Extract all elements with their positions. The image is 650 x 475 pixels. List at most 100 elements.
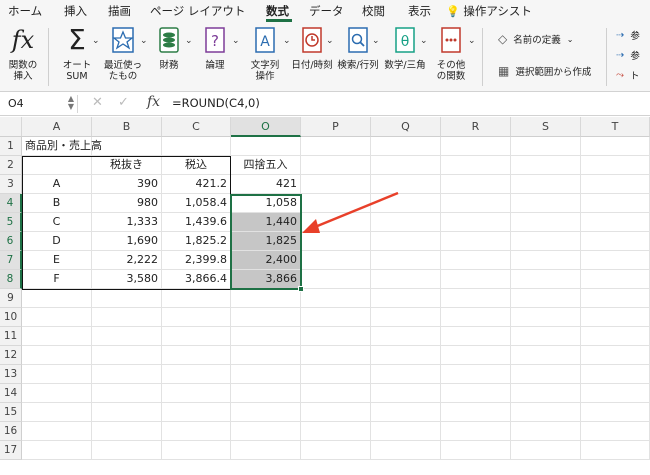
cell-C3[interactable]: 421.2 <box>162 175 231 194</box>
autosum-button[interactable]: Σ オート SUM <box>58 24 96 83</box>
cell-S10[interactable] <box>511 308 581 327</box>
cell-B7[interactable]: 2,222 <box>92 251 162 270</box>
remove-arrows-button[interactable]: ⤳ ト <box>616 68 640 83</box>
cell-Q15[interactable] <box>371 403 441 422</box>
column-header-S[interactable]: S <box>511 117 581 137</box>
cell-P17[interactable] <box>301 441 371 460</box>
text-button[interactable]: A 文字列 操作 <box>246 24 284 82</box>
cell-S17[interactable] <box>511 441 581 460</box>
row-header-14[interactable]: 14 <box>0 384 22 403</box>
create-from-selection-button[interactable]: ▦ 選択範囲から作成 <box>498 64 591 78</box>
cell-O12[interactable] <box>231 346 301 365</box>
chevron-down-icon[interactable]: ⌄ <box>140 36 148 46</box>
cell-Q9[interactable] <box>371 289 441 308</box>
cell-S9[interactable] <box>511 289 581 308</box>
cell-B11[interactable] <box>92 327 162 346</box>
cell-T14[interactable] <box>581 384 650 403</box>
tab-home[interactable]: ホーム <box>8 3 42 19</box>
cancel-icon[interactable]: ✕ <box>92 95 103 110</box>
cell-S6[interactable] <box>511 232 581 251</box>
cell-O2[interactable]: 四捨五入 <box>231 156 301 175</box>
cell-C9[interactable] <box>162 289 231 308</box>
cell-C12[interactable] <box>162 346 231 365</box>
cell-A17[interactable] <box>22 441 92 460</box>
cell-C2[interactable]: 税込 <box>162 156 231 175</box>
cell-R8[interactable] <box>441 270 511 289</box>
cell-C13[interactable] <box>162 365 231 384</box>
cell-P12[interactable] <box>301 346 371 365</box>
cell-S7[interactable] <box>511 251 581 270</box>
trace-precedents-button[interactable]: ⇢ 参 <box>616 28 640 43</box>
row-header-7[interactable]: 7 <box>0 251 22 270</box>
cell-S15[interactable] <box>511 403 581 422</box>
cell-Q1[interactable] <box>371 137 441 156</box>
cell-O14[interactable] <box>231 384 301 403</box>
tab-tell-me[interactable]: 💡 操作アシスト <box>446 3 532 19</box>
cell-A13[interactable] <box>22 365 92 384</box>
cell-Q7[interactable] <box>371 251 441 270</box>
cell-O1[interactable] <box>231 137 301 156</box>
cell-C17[interactable] <box>162 441 231 460</box>
cell-R1[interactable] <box>441 137 511 156</box>
chevron-down-icon[interactable]: ⌄ <box>420 36 428 46</box>
cell-B5[interactable]: 1,333 <box>92 213 162 232</box>
cell-C10[interactable] <box>162 308 231 327</box>
tab-data[interactable]: データ <box>309 3 344 19</box>
tab-insert[interactable]: 挿入 <box>64 3 87 19</box>
cell-Q2[interactable] <box>371 156 441 175</box>
cell-O7[interactable]: 2,400 <box>231 251 301 270</box>
column-header-C[interactable]: C <box>162 117 231 137</box>
cell-T10[interactable] <box>581 308 650 327</box>
cell-Q13[interactable] <box>371 365 441 384</box>
cell-R9[interactable] <box>441 289 511 308</box>
fill-handle[interactable] <box>298 286 304 292</box>
row-header-1[interactable]: 1 <box>0 137 22 156</box>
cell-R3[interactable] <box>441 175 511 194</box>
cell-A15[interactable] <box>22 403 92 422</box>
cell-T3[interactable] <box>581 175 650 194</box>
row-header-2[interactable]: 2 <box>0 156 22 175</box>
logical-button[interactable]: ? 論理 <box>200 24 230 71</box>
row-header-5[interactable]: 5 <box>0 213 22 232</box>
cell-P1[interactable] <box>301 137 371 156</box>
tab-page-layout[interactable]: ページ レイアウト <box>150 3 245 19</box>
cell-P16[interactable] <box>301 422 371 441</box>
cell-C1[interactable] <box>162 137 231 156</box>
cell-Q14[interactable] <box>371 384 441 403</box>
cell-C15[interactable] <box>162 403 231 422</box>
cell-R14[interactable] <box>441 384 511 403</box>
cell-T11[interactable] <box>581 327 650 346</box>
cell-B2[interactable]: 税抜き <box>92 156 162 175</box>
datetime-button[interactable]: 日付/時刻 <box>290 24 334 71</box>
column-header-Q[interactable]: Q <box>371 117 441 137</box>
cell-A10[interactable] <box>22 308 92 327</box>
cell-R7[interactable] <box>441 251 511 270</box>
cell-B14[interactable] <box>92 384 162 403</box>
cell-T6[interactable] <box>581 232 650 251</box>
math-button[interactable]: θ 数学/三角 <box>383 24 427 71</box>
cell-C6[interactable]: 1,825.2 <box>162 232 231 251</box>
cell-T12[interactable] <box>581 346 650 365</box>
column-header-O[interactable]: O <box>231 117 301 137</box>
chevron-down-icon[interactable]: ⌄ <box>326 36 334 46</box>
cell-T15[interactable] <box>581 403 650 422</box>
cell-R11[interactable] <box>441 327 511 346</box>
row-header-10[interactable]: 10 <box>0 308 22 327</box>
cell-S5[interactable] <box>511 213 581 232</box>
cell-A16[interactable] <box>22 422 92 441</box>
cell-S16[interactable] <box>511 422 581 441</box>
tab-draw[interactable]: 描画 <box>108 3 131 19</box>
row-header-6[interactable]: 6 <box>0 232 22 251</box>
chevron-down-icon[interactable]: ⌄ <box>468 36 476 46</box>
cell-B3[interactable]: 390 <box>92 175 162 194</box>
name-box[interactable]: O4 ▲ ▼ <box>4 95 78 113</box>
cell-A9[interactable] <box>22 289 92 308</box>
cell-B8[interactable]: 3,580 <box>92 270 162 289</box>
row-header-11[interactable]: 11 <box>0 327 22 346</box>
row-header-3[interactable]: 3 <box>0 175 22 194</box>
cell-P8[interactable] <box>301 270 371 289</box>
row-header-4[interactable]: 4 <box>0 194 22 213</box>
cell-S13[interactable] <box>511 365 581 384</box>
cell-O5[interactable]: 1,440 <box>231 213 301 232</box>
cell-C5[interactable]: 1,439.6 <box>162 213 231 232</box>
